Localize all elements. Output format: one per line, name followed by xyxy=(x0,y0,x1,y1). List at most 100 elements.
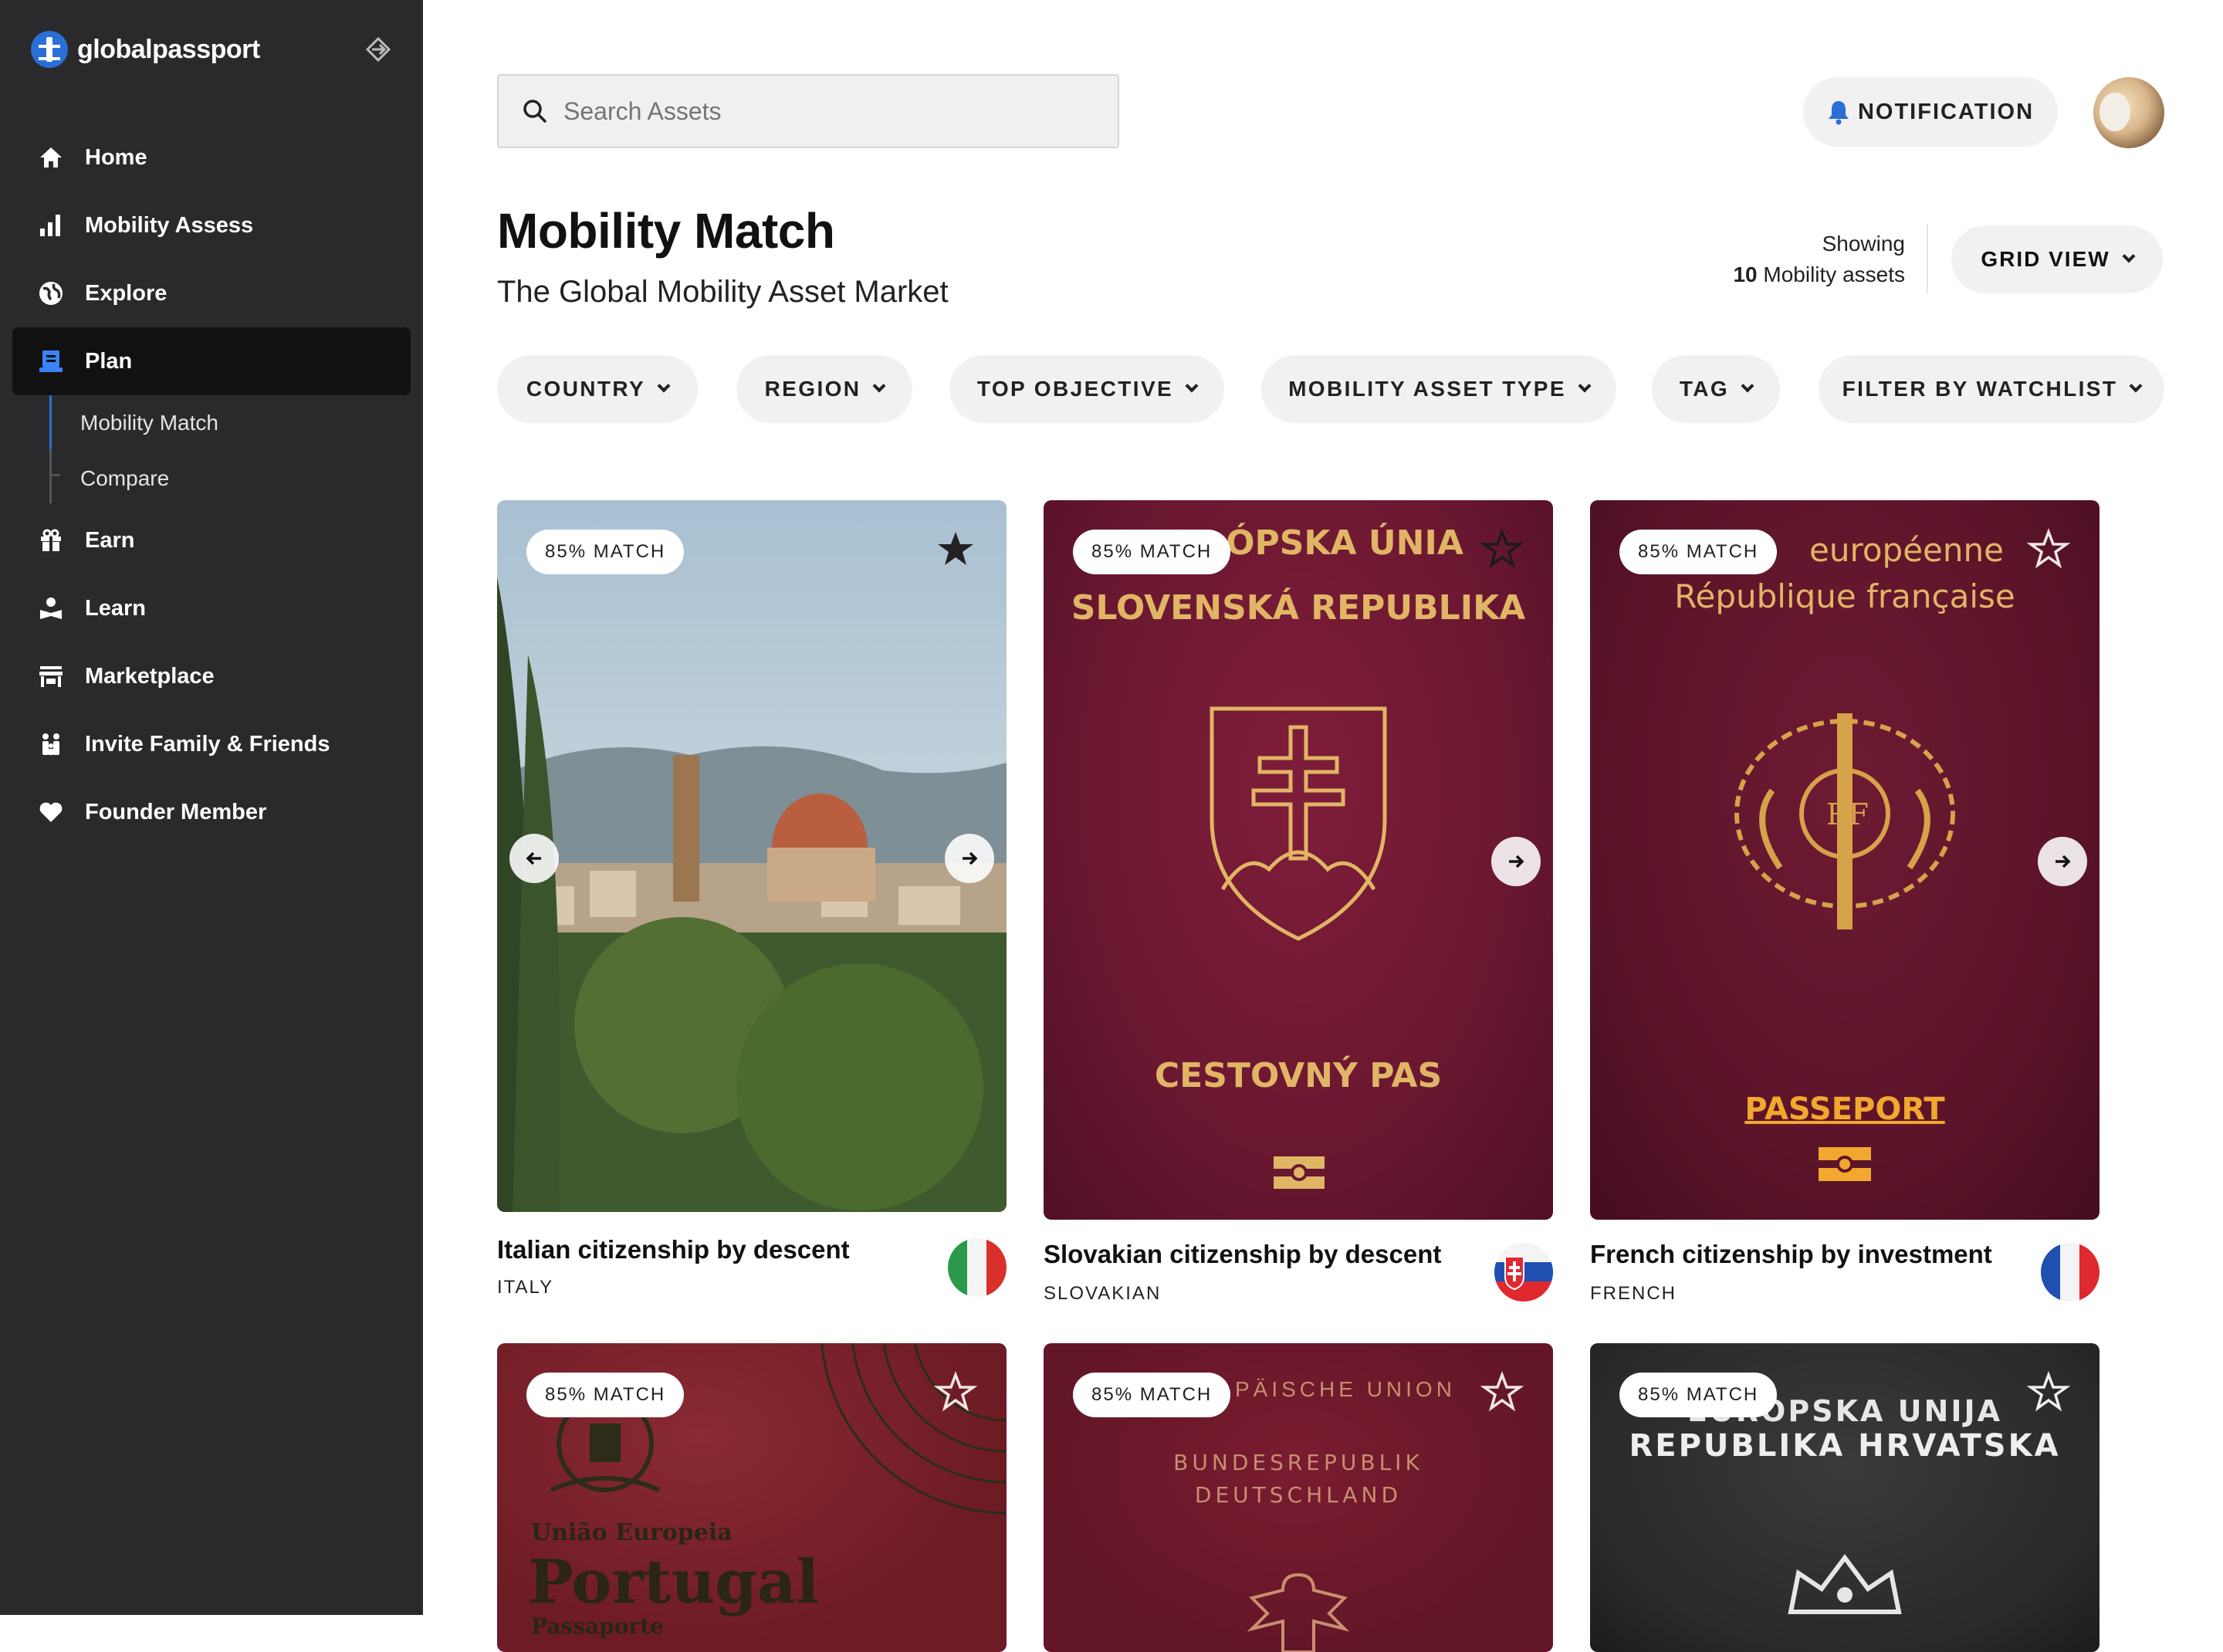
bell-icon xyxy=(1828,101,1849,125)
collapse-sidebar-icon[interactable] xyxy=(363,34,394,65)
cover-line: União Europeia xyxy=(531,1519,733,1546)
chevron-down-icon xyxy=(657,379,671,393)
subnav-label: Compare xyxy=(80,466,170,490)
match-badge: 85% MATCH xyxy=(526,1373,685,1417)
search-icon xyxy=(523,100,546,123)
nav-item-plan[interactable]: Plan xyxy=(12,327,411,395)
subnav-item-mobility-match[interactable]: Mobility Match xyxy=(80,395,411,451)
learn-icon xyxy=(36,593,66,624)
globe-logo-icon xyxy=(31,31,68,68)
view-label: GRID VIEW xyxy=(1981,247,2110,271)
asset-card-germany[interactable]: PÄISCHE UNION BUNDESREPUBLIK DEUTSCHLAND… xyxy=(1044,1343,1553,1652)
plan-subnav: Mobility Match Compare xyxy=(12,395,411,506)
nav-item-marketplace[interactable]: Marketplace xyxy=(12,642,411,710)
filter-region[interactable]: REGION xyxy=(736,355,912,423)
arrow-right-icon xyxy=(1509,855,1524,868)
match-badge: 85% MATCH xyxy=(526,530,685,574)
nav-label: Plan xyxy=(85,348,133,374)
nav-label: Earn xyxy=(85,527,135,553)
watchlist-star-outline-icon[interactable] xyxy=(2027,528,2070,571)
cover-line: PÄISCHE UNION xyxy=(1235,1377,1456,1401)
header-divider xyxy=(1927,224,1928,293)
asset-card-portugal[interactable]: União Europeia Portugal Passaporte 85% M… xyxy=(497,1343,1007,1652)
nav-item-mobility-assess[interactable]: Mobility Assess xyxy=(12,191,411,259)
nav-label: Founder Member xyxy=(85,799,267,824)
subnav-rail-active xyxy=(49,395,52,449)
watchlist-star-outline-icon[interactable] xyxy=(2027,1371,2070,1414)
user-avatar[interactable] xyxy=(2093,77,2164,148)
chevron-down-icon xyxy=(1578,379,1592,393)
card-image: européenne République française RF PASSE… xyxy=(1590,500,2100,1220)
nav-item-explore[interactable]: Explore xyxy=(12,259,411,327)
filter-label: FILTER BY WATCHLIST xyxy=(1842,377,2118,401)
gift-icon xyxy=(36,525,66,556)
italy-flag-icon xyxy=(948,1238,1007,1297)
asset-card-italy[interactable]: 85% MATCH Italian citizenship by descent… xyxy=(497,500,1007,1303)
next-image-button[interactable] xyxy=(945,834,994,883)
notification-button[interactable]: NOTIFICATION xyxy=(1803,77,2058,147)
watchlist-star-outline-icon[interactable] xyxy=(934,1371,977,1414)
cover-line: REPUBLIKA HRVATSKA xyxy=(1629,1428,2061,1464)
home-icon xyxy=(36,142,66,173)
florence-photo xyxy=(497,500,1007,1212)
search-box[interactable] xyxy=(497,74,1119,148)
page-title: Mobility Match xyxy=(497,203,835,259)
croatian-crown-icon xyxy=(1788,1554,1902,1614)
filter-tag[interactable]: TAG xyxy=(1652,355,1780,423)
asset-card-france[interactable]: européenne République française RF PASSE… xyxy=(1590,500,2100,1304)
brand-logo[interactable]: globalpassport xyxy=(31,31,260,68)
match-badge: 85% MATCH xyxy=(1073,530,1231,574)
nav-item-home[interactable]: Home xyxy=(12,124,411,191)
next-image-button[interactable] xyxy=(2038,837,2087,886)
filter-asset-type[interactable]: MOBILITY ASSET TYPE xyxy=(1261,355,1616,423)
result-count: Showing 10 Mobility assets xyxy=(1658,229,1905,290)
coat-of-arms-icon xyxy=(1210,706,1387,941)
search-input[interactable] xyxy=(563,96,1104,126)
cover-line: Passaporte xyxy=(531,1613,664,1639)
family-icon xyxy=(36,729,66,760)
brand-name: globalpassport xyxy=(77,34,260,64)
nav-item-invite[interactable]: Invite Family & Friends xyxy=(12,710,411,778)
nav-label: Learn xyxy=(85,595,146,621)
view-toggle-button[interactable]: GRID VIEW xyxy=(1951,225,2163,293)
store-icon xyxy=(36,661,66,692)
arrow-right-icon xyxy=(963,851,978,865)
filter-label: REGION xyxy=(764,377,861,401)
subnav-item-compare[interactable]: Compare xyxy=(80,451,411,506)
nav-label: Explore xyxy=(85,280,167,306)
nav-item-learn[interactable]: Learn xyxy=(12,574,411,642)
nav-item-founder[interactable]: Founder Member xyxy=(12,778,411,846)
nav-item-earn[interactable]: Earn xyxy=(12,506,411,574)
cover-line: PASSEPORT xyxy=(1744,1092,1945,1127)
filter-watchlist[interactable]: FILTER BY WATCHLIST xyxy=(1819,355,2164,423)
filter-country[interactable]: COUNTRY xyxy=(497,355,698,423)
watchlist-star-outline-icon[interactable] xyxy=(1480,528,1524,571)
watchlist-star-icon[interactable] xyxy=(934,528,977,571)
watchlist-star-outline-icon[interactable] xyxy=(1480,1371,1524,1414)
france-flag-icon xyxy=(2041,1243,2100,1302)
match-badge: 85% MATCH xyxy=(1073,1373,1231,1417)
cover-line: CESTOVNÝ PAS xyxy=(1154,1056,1443,1095)
notification-label: NOTIFICATION xyxy=(1857,99,2035,124)
card-title: Slovakian citizenship by descent xyxy=(1044,1240,1442,1268)
heart-icon xyxy=(36,797,66,828)
showing-label: Showing xyxy=(1822,232,1905,256)
sidebar: globalpassport Home Mobility Assess Expl… xyxy=(0,0,423,1615)
filter-top-objective[interactable]: TOP OBJECTIVE xyxy=(949,355,1224,423)
page-subtitle: The Global Mobility Asset Market xyxy=(497,275,949,309)
showing-count: 10 xyxy=(1733,262,1758,286)
main-nav: Home Mobility Assess Explore Plan Mobili… xyxy=(12,124,411,846)
arrow-right-icon xyxy=(2056,855,2071,868)
asset-card-slovakia[interactable]: ÓPSKA ÚNIA SLOVENSKÁ REPUBLIKA CESTOVNÝ … xyxy=(1044,500,1553,1304)
card-country: SLOVAKIAN xyxy=(1044,1283,1162,1304)
next-image-button[interactable] xyxy=(1491,837,1541,886)
asset-card-croatia[interactable]: EUROPSKA UNIJA REPUBLIKA HRVATSKA 85% MA… xyxy=(1590,1343,2100,1652)
cover-line: SLOVENSKÁ REPUBLIKA xyxy=(1071,588,1526,628)
prev-image-button[interactable] xyxy=(509,834,559,883)
card-country: ITALY xyxy=(497,1277,554,1298)
svg-text:RF: RF xyxy=(1826,797,1869,831)
card-title: French citizenship by investment xyxy=(1590,1240,1992,1268)
bar-chart-icon xyxy=(36,210,66,241)
plan-icon xyxy=(36,346,66,377)
subnav-label: Mobility Match xyxy=(80,411,218,435)
